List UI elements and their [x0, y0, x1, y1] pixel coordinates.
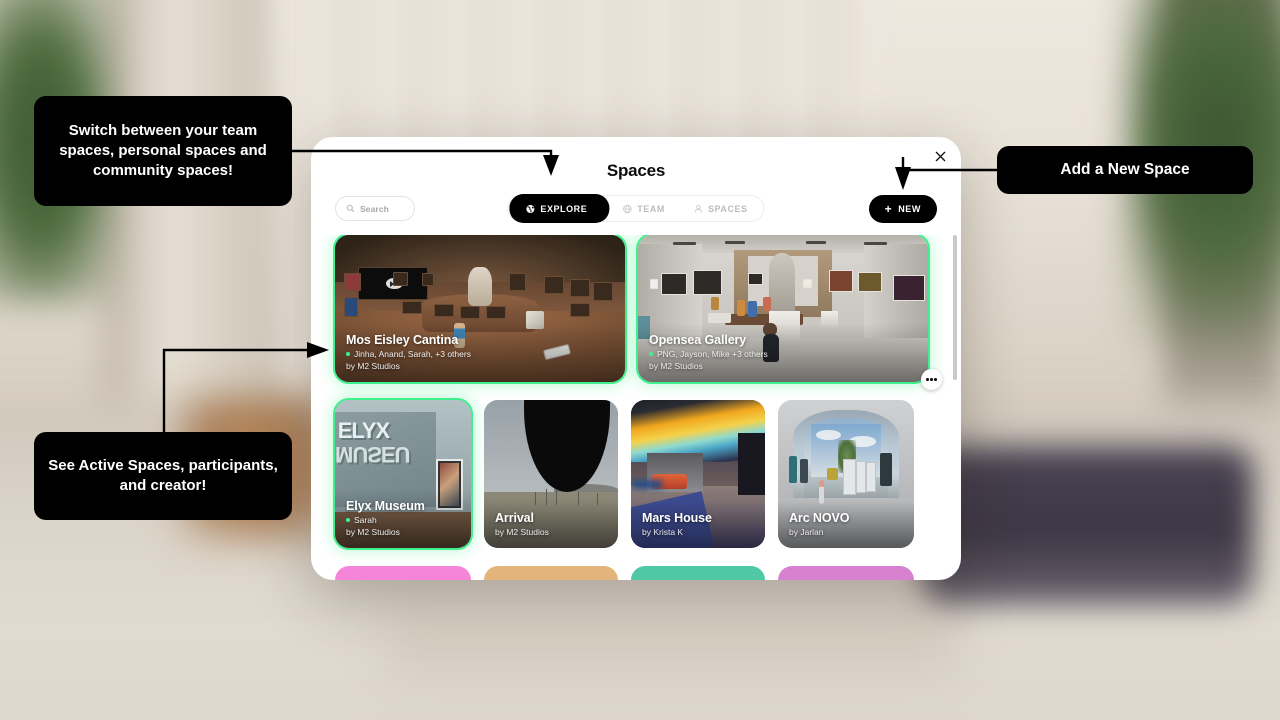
space-card-partial-2[interactable] — [484, 566, 618, 580]
space-card-partial-1[interactable] — [335, 566, 471, 580]
space-card-arc-novo[interactable]: Arc NOVO by Jarlan — [778, 400, 914, 548]
spaces-row-partial — [335, 566, 937, 580]
space-card-mars-house[interactable]: Mars House by Krista K — [631, 400, 765, 548]
more-options-icon[interactable] — [921, 369, 942, 390]
callout-active-spaces: See Active Spaces, participants, and cre… — [34, 432, 292, 520]
background-sofa — [921, 446, 1255, 605]
callout-switch-spaces: Switch between your team spaces, persona… — [34, 96, 292, 206]
tab-spaces-label: SPACES — [707, 203, 748, 214]
search-placeholder: Search — [360, 203, 389, 214]
space-thumbnail: ELYX MUSEU — [335, 400, 471, 548]
callout-add-new-space: Add a New Space — [997, 146, 1253, 194]
plus-icon: + — [884, 202, 893, 216]
globe-icon — [526, 204, 535, 213]
avatar — [762, 323, 786, 370]
spaces-grid: Mos Eisley Cantina Jinha, Anand, Sarah, … — [311, 235, 961, 580]
new-button-label: NEW — [898, 204, 921, 214]
add-new-space-button[interactable]: + NEW — [868, 195, 937, 223]
tab-team-label: TEAM — [637, 203, 665, 214]
space-card-partial-3[interactable] — [631, 566, 765, 580]
space-card-opensea-gallery[interactable]: Opensea Gallery PNG, Jayson, Mike +3 oth… — [636, 235, 930, 384]
space-thumbnail — [335, 235, 625, 382]
globe-team-icon — [622, 204, 632, 213]
view-segmented-control: EXPLORE TEAM SPACES — [507, 194, 765, 223]
space-card-arrival[interactable]: Arrival by M2 Studios — [484, 400, 618, 548]
spaces-modal: Spaces Search EXPLORE TEAM SPACES + NEW … — [311, 137, 961, 580]
tab-explore-label: EXPLORE — [540, 203, 588, 214]
tab-spaces[interactable]: SPACES — [679, 195, 762, 222]
tab-explore[interactable]: EXPLORE — [509, 194, 610, 223]
space-card-partial-4[interactable] — [778, 566, 914, 580]
modal-toolbar: Search EXPLORE TEAM SPACES + NEW — [311, 187, 961, 233]
space-thumbnail — [638, 235, 928, 382]
grid-scrollbar[interactable] — [953, 235, 957, 380]
space-thumbnail — [484, 400, 618, 548]
spaces-row-featured: Mos Eisley Cantina Jinha, Anand, Sarah, … — [333, 235, 937, 384]
space-thumbnail — [631, 400, 765, 548]
space-card-elyx-museum[interactable]: ELYX MUSEU Elyx Museum Sarah by M2 Studi… — [333, 398, 473, 550]
spaces-row-grid: ELYX MUSEU Elyx Museum Sarah by M2 Studi… — [333, 398, 937, 550]
space-card-mos-eisley-cantina[interactable]: Mos Eisley Cantina Jinha, Anand, Sarah, … — [333, 235, 627, 384]
callout-active-text: See Active Spaces, participants, and cre… — [48, 457, 278, 494]
page-title: Spaces — [606, 161, 666, 180]
callout-new-text: Add a New Space — [1060, 160, 1190, 178]
close-icon[interactable] — [929, 145, 951, 167]
space-thumbnail — [778, 400, 914, 548]
search-input[interactable]: Search — [335, 196, 415, 221]
person-icon — [694, 204, 702, 213]
close-glyph — [935, 151, 945, 161]
callout-switch-text: Switch between your team spaces, persona… — [59, 122, 267, 179]
search-icon — [346, 204, 355, 213]
tab-team[interactable]: TEAM — [608, 195, 679, 222]
